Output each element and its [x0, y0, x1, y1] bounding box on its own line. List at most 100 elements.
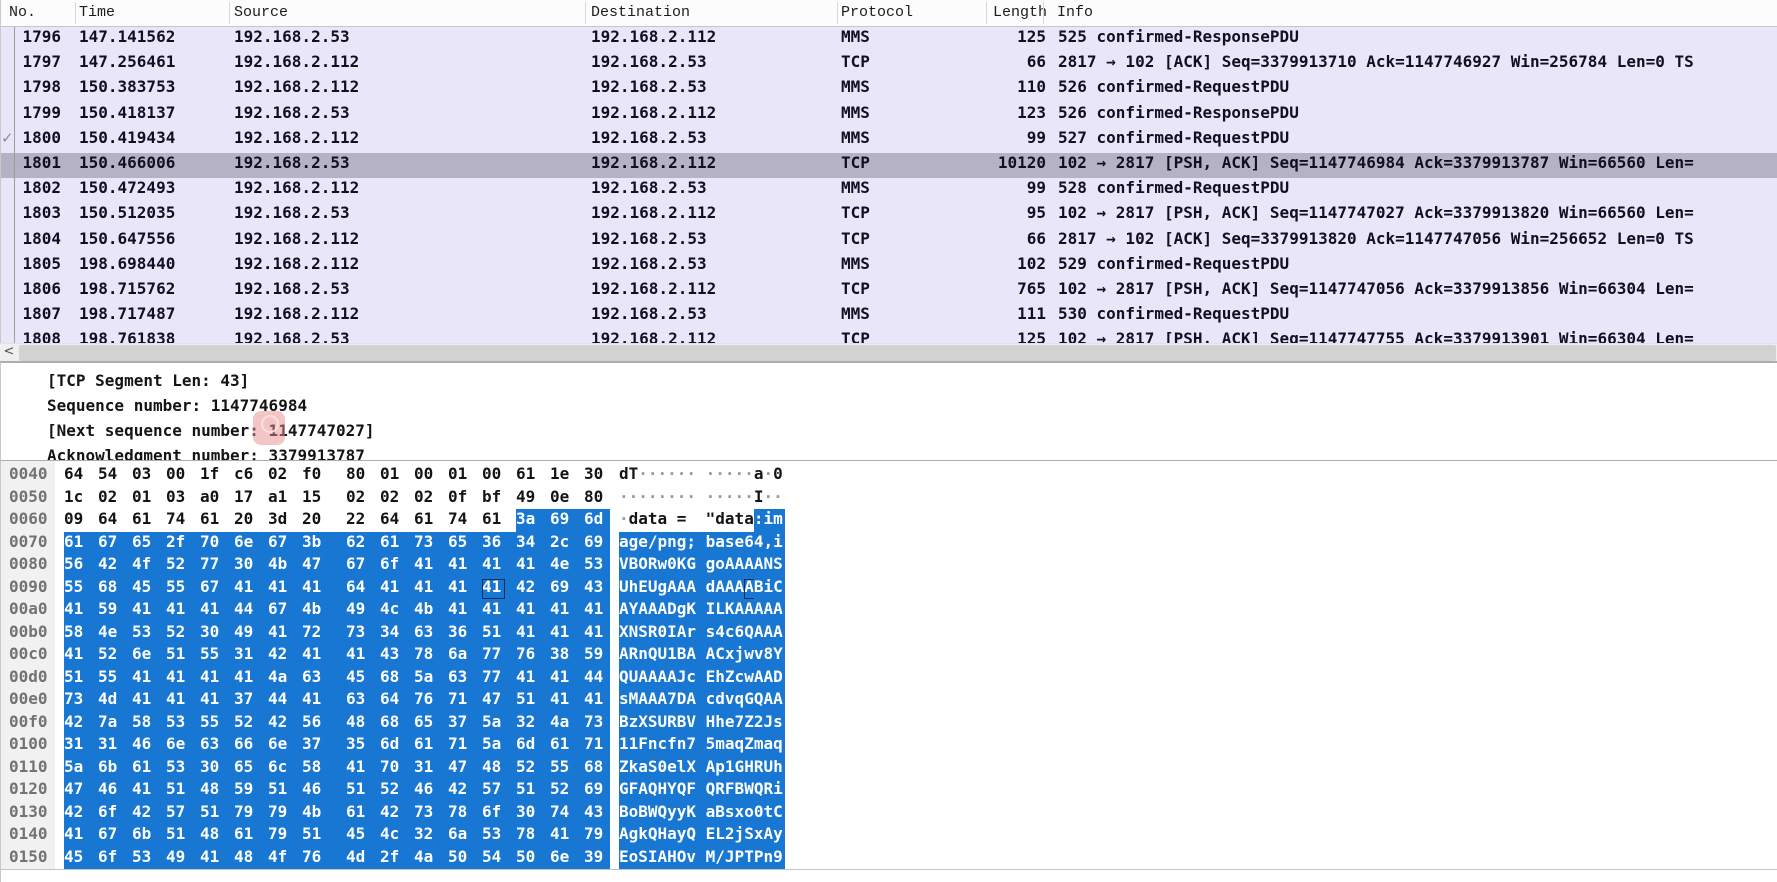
- ascii-char[interactable]: d: [619, 464, 629, 487]
- ascii-char[interactable]: g: [658, 577, 668, 600]
- ascii-char[interactable]: a: [619, 532, 629, 555]
- ascii-char[interactable]: K: [725, 599, 735, 622]
- hex-byte[interactable]: 4e: [550, 554, 584, 577]
- ascii-char[interactable]: A: [763, 824, 773, 847]
- ascii-char[interactable]: e: [667, 757, 677, 780]
- hex-byte[interactable]: 4f: [268, 847, 302, 870]
- ascii-char[interactable]: C: [773, 802, 785, 825]
- hex-byte[interactable]: a0: [200, 487, 234, 510]
- column-separator[interactable]: [75, 2, 76, 24]
- hex-byte[interactable]: 61: [516, 464, 550, 487]
- ascii-char[interactable]: c: [735, 667, 745, 690]
- hex-byte[interactable]: 4a: [550, 712, 584, 735]
- hex-byte[interactable]: 42: [98, 554, 132, 577]
- ascii-char[interactable]: E: [638, 577, 648, 600]
- ascii-char[interactable]: m: [754, 734, 764, 757]
- column-separator[interactable]: [1043, 2, 1044, 24]
- ascii-char[interactable]: N: [763, 554, 773, 577]
- ascii-char[interactable]: I: [754, 487, 764, 510]
- hex-byte[interactable]: 52: [166, 554, 200, 577]
- hex-byte[interactable]: 55: [64, 577, 98, 600]
- ascii-char[interactable]: Q: [648, 779, 658, 802]
- hex-byte[interactable]: 52: [166, 622, 200, 645]
- hex-byte[interactable]: 4c: [380, 824, 414, 847]
- hex-byte[interactable]: f0: [302, 464, 346, 487]
- hex-byte[interactable]: 55: [200, 644, 234, 667]
- hex-byte[interactable]: 36: [482, 532, 516, 555]
- hex-byte[interactable]: 30: [200, 757, 234, 780]
- hex-byte[interactable]: 41: [414, 554, 448, 577]
- hex-byte[interactable]: 7a: [98, 712, 132, 735]
- hex-byte[interactable]: 51: [302, 824, 346, 847]
- hex-byte[interactable]: 41: [346, 644, 380, 667]
- ascii-char[interactable]: a: [744, 509, 754, 532]
- ascii-char[interactable]: J: [677, 667, 687, 690]
- hex-byte[interactable]: 32: [516, 712, 550, 735]
- hex-byte[interactable]: 68: [98, 577, 132, 600]
- ascii-char[interactable]: e: [638, 532, 648, 555]
- hex-byte[interactable]: 4a: [268, 667, 302, 690]
- hex-byte[interactable]: 41: [550, 599, 584, 622]
- hex-byte[interactable]: 43: [584, 802, 610, 825]
- hex-byte[interactable]: 31: [64, 734, 98, 757]
- ascii-char[interactable]: Q: [658, 802, 668, 825]
- ascii-char[interactable]: ·: [715, 464, 725, 487]
- hex-byte[interactable]: 41: [234, 667, 268, 690]
- ascii-char[interactable]: 1: [629, 734, 639, 757]
- ascii-char[interactable]: q: [735, 689, 745, 712]
- ascii-char[interactable]: A: [667, 667, 677, 690]
- hex-byte[interactable]: 71: [448, 689, 482, 712]
- ascii-char[interactable]: n: [677, 734, 687, 757]
- ascii-char[interactable]: ·: [619, 509, 629, 532]
- hex-byte[interactable]: 77: [482, 644, 516, 667]
- hex-byte[interactable]: 52: [234, 712, 268, 735]
- hex-byte[interactable]: 4b: [302, 599, 346, 622]
- ascii-char[interactable]: w: [658, 554, 668, 577]
- ascii-char[interactable]: Z: [725, 667, 735, 690]
- ascii-char[interactable]: 0: [773, 464, 785, 487]
- hex-byte[interactable]: 61: [346, 802, 380, 825]
- ascii-char[interactable]: s: [706, 622, 716, 645]
- hex-byte[interactable]: 49: [166, 847, 200, 870]
- hex-byte[interactable]: 50: [516, 847, 550, 870]
- ascii-char[interactable]: A: [735, 577, 745, 600]
- ascii-char[interactable]: n: [763, 847, 773, 870]
- ascii-char[interactable]: H: [706, 712, 716, 735]
- hex-byte[interactable]: 46: [98, 779, 132, 802]
- hex-byte[interactable]: 42: [268, 644, 302, 667]
- ascii-char[interactable]: A: [763, 622, 773, 645]
- ascii-char[interactable]: A: [686, 644, 705, 667]
- ascii-char[interactable]: h: [773, 757, 785, 780]
- hex-byte[interactable]: 64: [380, 689, 414, 712]
- ascii-char[interactable]: ·: [735, 487, 745, 510]
- hex-byte[interactable]: 44: [268, 689, 302, 712]
- ascii-char[interactable]: A: [677, 622, 687, 645]
- hex-byte[interactable]: 41: [268, 622, 302, 645]
- ascii-char[interactable]: J: [763, 712, 773, 735]
- hex-byte[interactable]: 01: [132, 487, 166, 510]
- hex-byte[interactable]: 51: [166, 779, 200, 802]
- hex-byte[interactable]: 03: [166, 487, 200, 510]
- ascii-char[interactable]: I: [667, 622, 677, 645]
- hex-byte[interactable]: 53: [132, 622, 166, 645]
- hex-byte[interactable]: 67: [98, 824, 132, 847]
- ascii-char[interactable]: ·: [744, 464, 754, 487]
- column-header-length[interactable]: Length: [993, 4, 1047, 21]
- hex-byte[interactable]: 02: [414, 487, 448, 510]
- hex-byte[interactable]: 61: [200, 509, 234, 532]
- hex-byte[interactable]: 45: [64, 847, 98, 870]
- packet-row[interactable]: 1803150.512035192.168.2.53192.168.2.112T…: [1, 203, 1777, 228]
- hex-byte[interactable]: 6f: [98, 847, 132, 870]
- hex-byte[interactable]: 1f: [200, 464, 234, 487]
- packet-row[interactable]: 1796147.141562192.168.2.53192.168.2.112M…: [1, 27, 1777, 52]
- ascii-char[interactable]: V: [686, 712, 705, 735]
- ascii-char[interactable]: G: [744, 689, 754, 712]
- ascii-char[interactable]: o: [629, 847, 639, 870]
- ascii-char[interactable]: a: [638, 757, 648, 780]
- ascii-char[interactable]: e: [735, 532, 745, 555]
- ascii-char[interactable]: i: [763, 509, 773, 532]
- ascii-char[interactable]: H: [744, 757, 754, 780]
- hex-byte[interactable]: 80: [346, 464, 380, 487]
- ascii-char[interactable]: t: [763, 802, 773, 825]
- ascii-char[interactable]: A: [677, 577, 687, 600]
